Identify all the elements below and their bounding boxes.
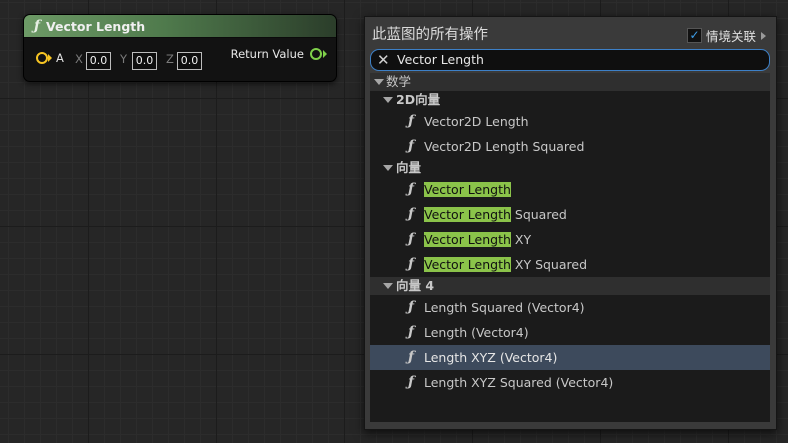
action-item[interactable]: ƒ Length (Vector4) (370, 320, 770, 345)
vector-length-node[interactable]: ƒ Vector Length A X 0.0 Y 0.0 Z 0.0 Retu… (23, 14, 337, 82)
search-input[interactable] (397, 50, 757, 70)
category-label: 数学 (386, 74, 412, 89)
action-item-label: Length XYZ (Vector4) (424, 350, 558, 365)
function-icon: ƒ (408, 231, 415, 247)
search-match-highlight: Vector Length (424, 207, 511, 222)
triangle-down-icon[interactable] (383, 97, 393, 103)
close-icon[interactable]: ✕ (377, 50, 390, 70)
function-icon: ƒ (408, 181, 415, 197)
output-pin-label: Return Value (230, 47, 304, 61)
input-pin-a[interactable] (36, 52, 48, 64)
node-body: A X 0.0 Y 0.0 Z 0.0 Return Value (24, 38, 336, 81)
output-pin-arrow-icon (323, 50, 327, 58)
function-icon: ƒ (34, 18, 41, 34)
action-item[interactable]: ƒ Vector Length (370, 177, 770, 202)
category-row[interactable]: 向量 4 (370, 277, 770, 295)
action-item-label: Length XYZ Squared (Vector4) (424, 375, 614, 390)
node-header[interactable]: ƒ Vector Length (24, 15, 336, 38)
input-pin-label: A (56, 51, 64, 65)
function-icon: ƒ (408, 256, 415, 272)
action-item-label: Length (Vector4) (424, 325, 529, 340)
triangle-down-icon[interactable] (383, 165, 393, 171)
node-title: Vector Length (46, 18, 146, 34)
action-item-label: Length Squared (Vector4) (424, 300, 585, 315)
category-row[interactable]: 向量 (370, 159, 770, 177)
action-list[interactable]: 数学 2D向量 ƒ Vector2D Length ƒ Vector2D Length S… (370, 73, 770, 422)
action-item[interactable]: ƒ Vector2D Length (370, 109, 770, 134)
category-label: 向量 (396, 160, 422, 175)
function-icon: ƒ (408, 299, 415, 315)
menu-title: 此蓝图的所有操作 (372, 27, 488, 43)
z-value-field[interactable]: 0.0 (177, 52, 202, 70)
action-item-label: Vector2D Length Squared (424, 139, 585, 154)
x-axis-label: X (75, 52, 83, 66)
triangle-down-icon[interactable] (374, 79, 384, 85)
action-item[interactable]: ƒ Length XYZ Squared (Vector4) (370, 370, 770, 395)
category-label: 向量 4 (396, 278, 435, 293)
function-icon: ƒ (408, 349, 415, 365)
search-match-highlight: Vector Length (424, 257, 511, 272)
y-value-field[interactable]: 0.0 (132, 52, 157, 70)
function-icon: ƒ (408, 138, 415, 154)
action-item[interactable]: ƒ Length Squared (Vector4) (370, 295, 770, 320)
action-item-label: Vector Length (424, 177, 511, 202)
function-icon: ƒ (408, 113, 415, 129)
x-value-field[interactable]: 0.0 (86, 52, 111, 70)
action-item-label: Vector Length Squared (424, 207, 567, 222)
action-item-label: Vector Length XY Squared (424, 257, 588, 272)
context-sensitive-label: 情境关联 (705, 29, 756, 44)
z-axis-label: Z (166, 52, 174, 66)
category-row[interactable]: 数学 (370, 73, 770, 91)
input-pin-arrow-icon (48, 54, 52, 62)
action-menu: 此蓝图的所有操作 ✓ 情境关联 ✕ 数学 2D向量 ƒ Vector2D Length… (364, 16, 777, 430)
triangle-down-icon[interactable] (383, 283, 393, 289)
function-icon: ƒ (408, 324, 415, 340)
function-icon: ƒ (408, 206, 415, 222)
action-item-label: Vector Length XY (424, 232, 532, 247)
triangle-right-icon[interactable] (761, 31, 766, 40)
action-item[interactable]: ƒ Vector Length Squared (370, 202, 770, 227)
action-item[interactable]: ƒ Vector2D Length Squared (370, 134, 770, 159)
return-value-pin[interactable] (310, 48, 322, 60)
function-icon: ƒ (408, 374, 415, 390)
search-box[interactable]: ✕ (370, 49, 770, 71)
y-axis-label: Y (120, 52, 128, 66)
action-item[interactable]: ƒ Vector Length XY Squared (370, 252, 770, 277)
category-row[interactable]: 2D向量 (370, 91, 770, 109)
action-item[interactable]: ƒ Vector Length XY (370, 227, 770, 252)
search-match-highlight: Vector Length (424, 232, 511, 247)
search-match-highlight: Vector Length (424, 182, 511, 197)
action-item[interactable]: ƒ Length XYZ (Vector4) (370, 345, 770, 370)
check-icon[interactable]: ✓ (686, 28, 702, 43)
category-label: 2D向量 (396, 92, 441, 107)
action-item-label: Vector2D Length (424, 114, 529, 129)
context-sensitive-toggle[interactable]: ✓ 情境关联 (686, 26, 766, 45)
